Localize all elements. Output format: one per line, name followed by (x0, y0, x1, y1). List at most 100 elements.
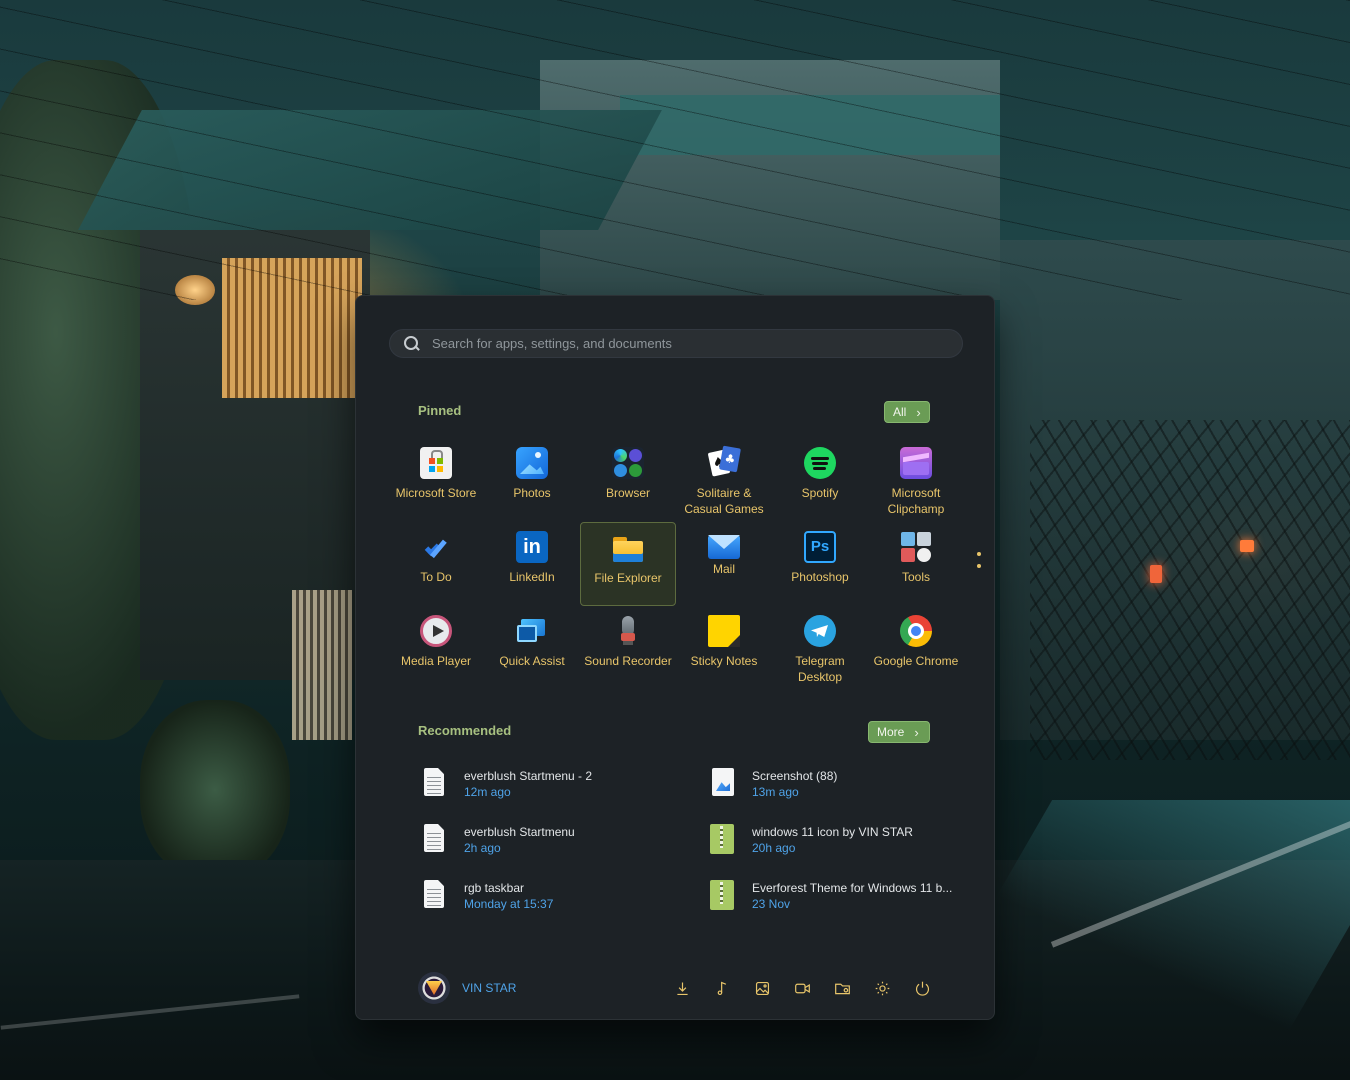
avatar[interactable] (418, 972, 450, 1004)
downloads-icon[interactable] (672, 978, 692, 998)
app-label: Solitaire & Casual Games (684, 486, 764, 516)
app-label: Media Player (400, 654, 472, 668)
linkedin-icon: in (516, 531, 548, 563)
search-box[interactable]: Search for apps, settings, and documents (389, 329, 963, 358)
pinned-app-sticky-notes[interactable]: Sticky Notes (676, 606, 772, 690)
photos-icon (516, 447, 548, 479)
pinned-app-chrome[interactable]: Google Chrome (868, 606, 964, 690)
pinned-app-spotify[interactable]: Spotify (772, 438, 868, 522)
pinned-apps-grid: Microsoft Store Photos Browser Solitaire & … (388, 438, 964, 690)
recommended-item-time: 12m ago (464, 785, 511, 799)
chevron-right-icon: › (916, 404, 921, 420)
media-player-icon (420, 615, 452, 647)
start-menu: Search for apps, settings, and documents… (355, 295, 995, 1020)
page-dot[interactable] (977, 564, 981, 568)
pinned-app-clipchamp[interactable]: Microsoft Clipchamp (868, 438, 964, 522)
recommended-item-time: 2h ago (464, 841, 501, 855)
pinned-app-sound-recorder[interactable]: Sound Recorder (580, 606, 676, 690)
app-label: Mail (712, 562, 735, 576)
pinned-app-todo[interactable]: To Do (388, 522, 484, 606)
recommended-item[interactable]: Everforest Theme for Windows 11 b... 23 N… (706, 876, 958, 932)
pictures-icon[interactable] (752, 978, 772, 998)
recommended-item-time: 23 Nov (752, 897, 791, 911)
pinned-app-media-player[interactable]: Media Player (388, 606, 484, 690)
pinned-app-telegram[interactable]: Telegram Desktop (772, 606, 868, 690)
page-dot[interactable] (977, 552, 981, 556)
footer-shortcuts (672, 971, 932, 1005)
recommended-item-time: 13m ago (752, 785, 799, 799)
app-label: Microsoft Store (395, 486, 477, 500)
browser-icon (612, 447, 644, 479)
pinned-title: Pinned (418, 403, 462, 418)
recommended-item[interactable]: everblush Startmenu 2h ago (418, 820, 706, 876)
recommended-text: windows 11 icon by VIN STAR 20h ago (752, 824, 913, 856)
clipchamp-icon (900, 447, 932, 479)
recommended-text: everblush Startmenu - 2 12m ago (464, 768, 592, 800)
all-apps-button[interactable]: All › (884, 401, 930, 423)
document-icon (418, 768, 448, 800)
app-label: Telegram Desktop (795, 654, 845, 684)
app-label: Google Chrome (873, 654, 959, 668)
search-placeholder[interactable]: Search for apps, settings, and documents (432, 336, 672, 351)
videos-icon[interactable] (792, 978, 812, 998)
personal-folder-icon[interactable] (832, 978, 852, 998)
app-label: Photoshop (791, 570, 849, 584)
app-label: Quick Assist (499, 654, 565, 668)
start-footer: VIN STAR (418, 971, 938, 1005)
pinned-app-tools[interactable]: Tools (868, 522, 964, 606)
sound-recorder-icon (612, 615, 644, 647)
pinned-app-browser[interactable]: Browser (580, 438, 676, 522)
zip-file-icon (706, 880, 736, 912)
all-apps-label: All (893, 405, 907, 419)
recommended-item-name: Everforest Theme for Windows 11 b... (752, 881, 953, 895)
music-icon[interactable] (712, 978, 732, 998)
app-label: Browser (605, 486, 650, 500)
telegram-icon (804, 615, 836, 647)
solitaire-icon (708, 447, 740, 479)
pinned-app-solitaire[interactable]: Solitaire & Casual Games (676, 438, 772, 522)
recommended-title: Recommended (418, 723, 512, 738)
recommended-list: everblush Startmenu - 2 12m ago Screenshot… (418, 764, 958, 932)
pinned-app-microsoft-store[interactable]: Microsoft Store (388, 438, 484, 522)
recommended-item-time: Monday at 15:37 (464, 897, 554, 911)
recommended-text: rgb taskbar Monday at 15:37 (464, 880, 553, 912)
app-label: Microsoft Clipchamp (887, 486, 945, 516)
pinned-app-linkedin[interactable]: in LinkedIn (484, 522, 580, 606)
document-icon (418, 824, 448, 856)
recommended-item[interactable]: windows 11 icon by VIN STAR 20h ago (706, 820, 958, 876)
pinned-app-mail[interactable]: Mail (676, 522, 772, 606)
recommended-item[interactable]: rgb taskbar Monday at 15:37 (418, 876, 706, 932)
mail-icon (708, 535, 740, 559)
app-label: Tools (901, 570, 930, 584)
todo-icon (420, 531, 452, 563)
recommended-item[interactable]: everblush Startmenu - 2 12m ago (418, 764, 706, 820)
photoshop-icon: Ps (804, 531, 836, 563)
pinned-app-quick-assist[interactable]: Quick Assist (484, 606, 580, 690)
app-label: Sound Recorder (584, 654, 672, 668)
power-icon[interactable] (912, 978, 932, 998)
recommended-text: Everforest Theme for Windows 11 b... 23 N… (752, 880, 952, 912)
app-label: Photos (513, 486, 551, 500)
tools-icon (900, 531, 932, 563)
image-file-icon (706, 768, 736, 800)
pinned-app-photoshop[interactable]: Ps Photoshop (772, 522, 868, 606)
quick-assist-icon (516, 615, 548, 647)
document-icon (418, 880, 448, 912)
app-label: Sticky Notes (690, 654, 758, 668)
recommended-item[interactable]: Screenshot (88) 13m ago (706, 764, 958, 820)
app-label: LinkedIn (509, 570, 555, 584)
chevron-right-icon: › (914, 724, 919, 740)
pinned-app-photos[interactable]: Photos (484, 438, 580, 522)
search-icon (404, 335, 420, 352)
zip-file-icon (706, 824, 736, 856)
app-label: To Do (420, 570, 452, 584)
app-label: Spotify (801, 486, 839, 500)
recommended-item-name: everblush Startmenu - 2 (464, 769, 593, 783)
pinned-app-file-explorer[interactable]: File Explorer (580, 522, 676, 606)
file-explorer-icon (612, 532, 644, 564)
settings-icon[interactable] (872, 978, 892, 998)
more-button[interactable]: More › (868, 721, 930, 743)
user-name[interactable]: VIN STAR (462, 981, 516, 995)
recommended-item-time: 20h ago (752, 841, 796, 855)
page-indicator[interactable] (977, 552, 983, 576)
